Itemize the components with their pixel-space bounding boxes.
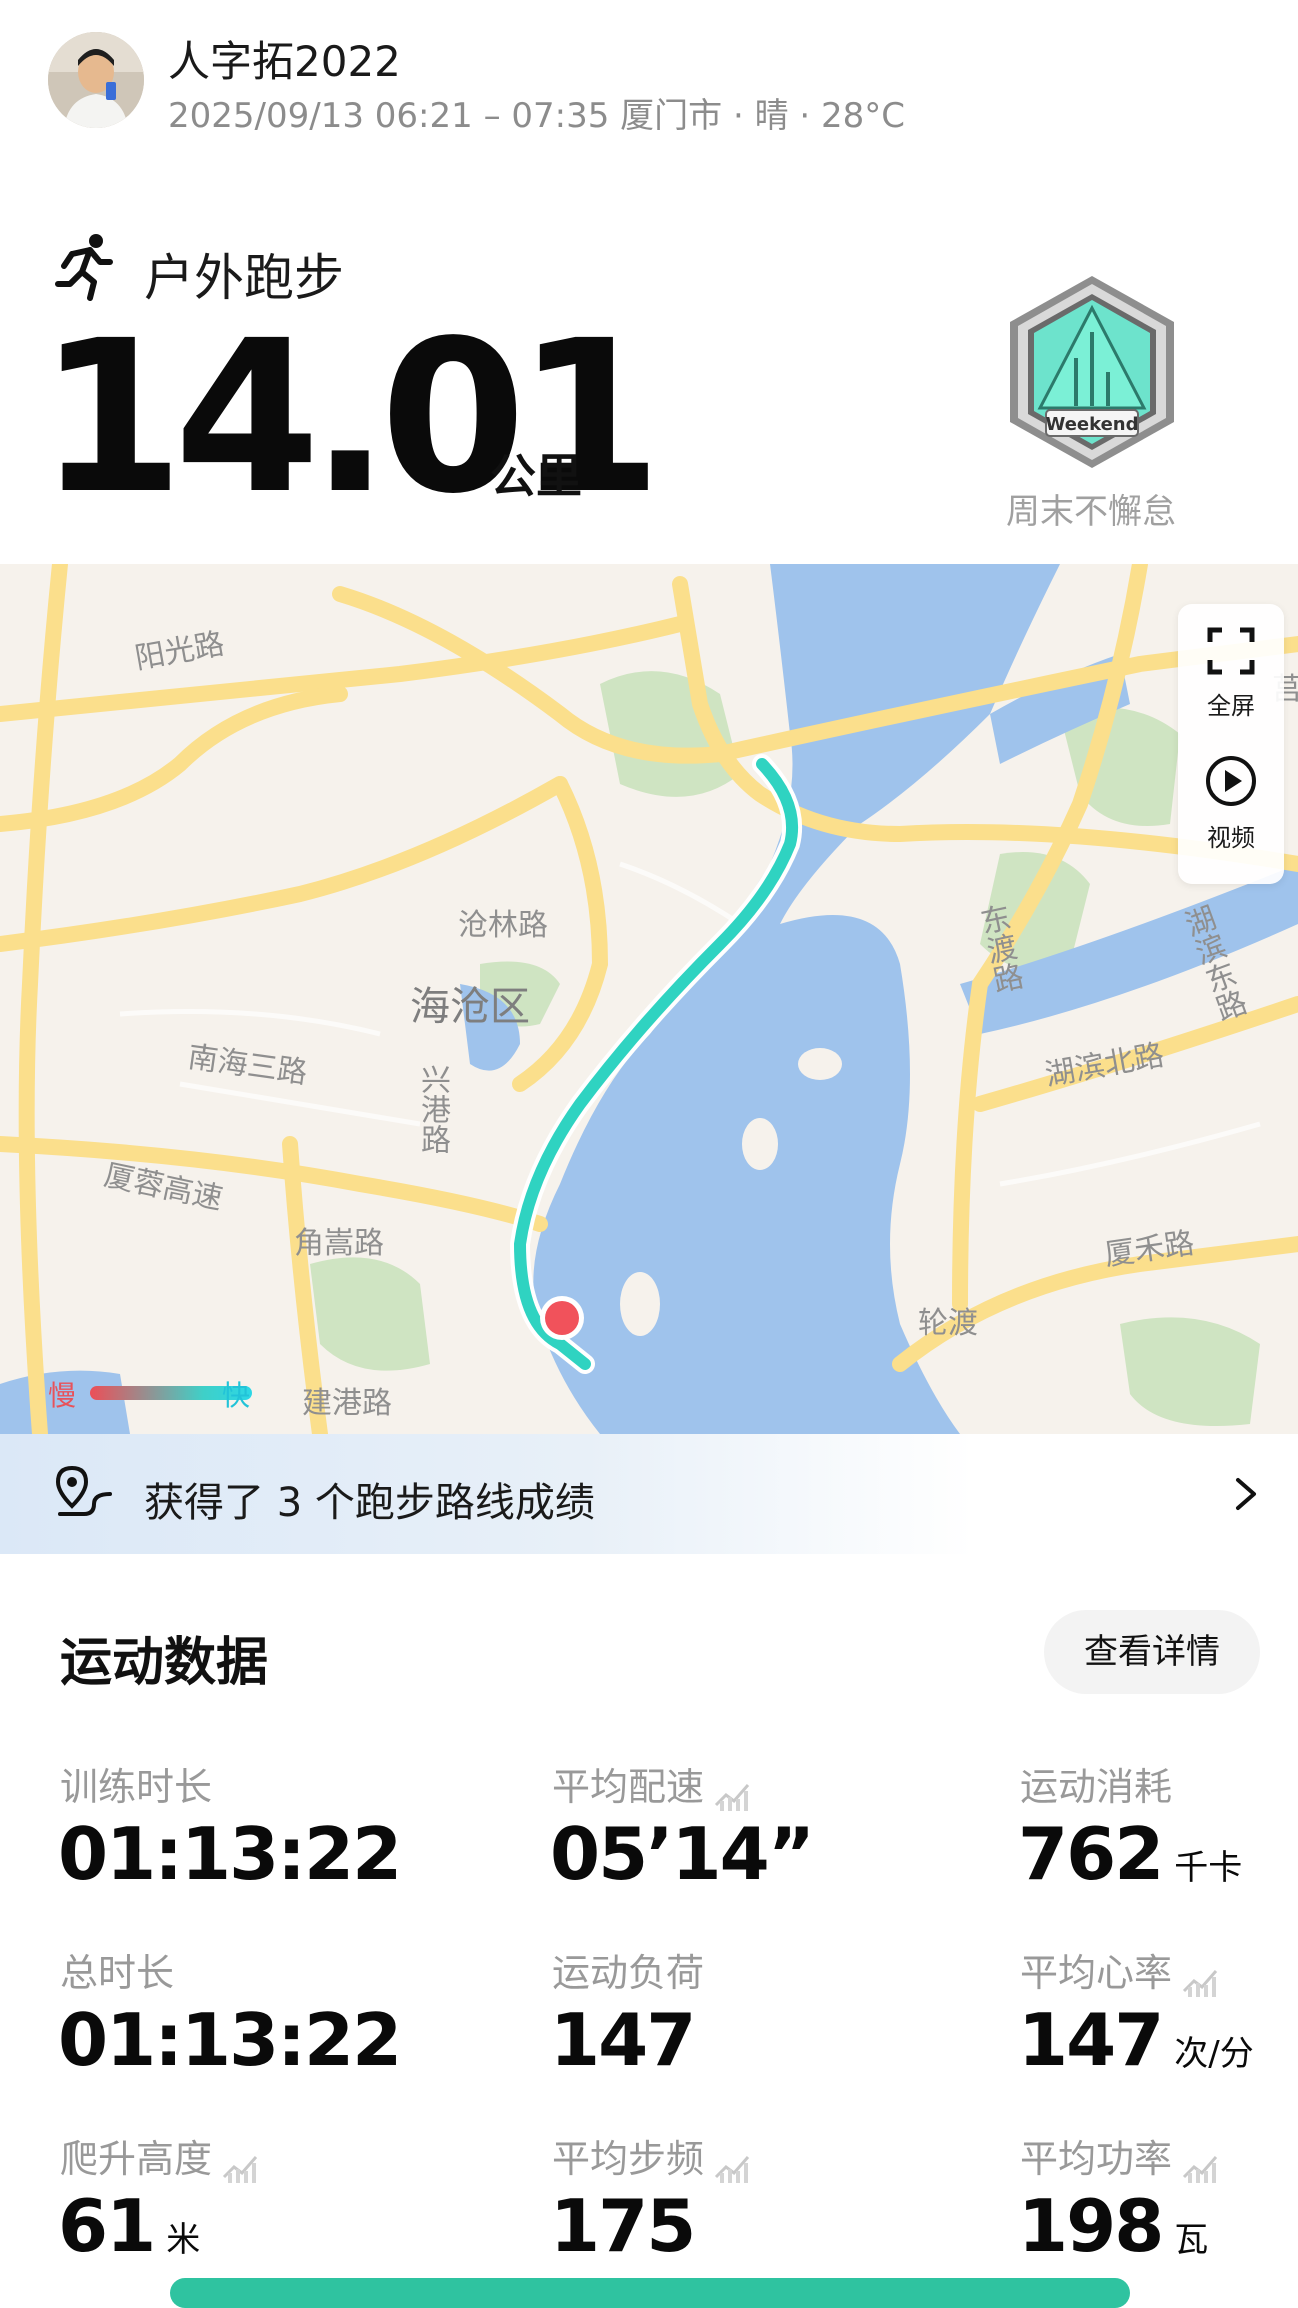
stat-label-row: 平均心率 [1020,1942,1218,1997]
stat-label: 平均功率 [1020,2137,1173,2181]
speed-fast-label: 快 [222,1379,251,1412]
map-label-xinggang-road: 兴港路 [415,1064,450,1154]
stat-number: 01:13:22 [58,1812,402,1896]
achievement-text: 获得了 3 个跑步路线成绩 [144,1480,595,1526]
stat-label: 平均步频 [552,2137,705,2181]
route-pin-icon [55,1465,112,1516]
stat-label: 爬升高度 [60,2137,213,2181]
stat-value: 05’14” [550,1812,815,1896]
trend-chart-icon[interactable] [1182,2153,1218,2183]
stat-label-row: 平均功率 [1020,2128,1218,2183]
stat-unit: 千卡 [1174,1848,1243,1888]
map-label-haicang-district: 海沧区 [410,984,530,1030]
chevron-right-icon [1236,1478,1256,1510]
weekend-badge-icon[interactable]: Weekend [1000,272,1184,472]
stat-label-row: 训练时长 [60,1756,212,1811]
bottom-action-bar[interactable] [170,2278,1130,2308]
stat-label-row: 运动负荷 [552,1942,704,1997]
route-achievement-row[interactable]: 获得了 3 个跑步路线成绩 [0,1434,1298,1554]
trend-chart-icon[interactable] [1182,1967,1218,1997]
stat-label-row: 总时长 [60,1942,174,1997]
stat-label-row: 运动消耗 [1020,1756,1172,1811]
stat-value: 175 [550,2184,696,2268]
stat-value: 61 米 [58,2186,200,2280]
running-icon [55,234,113,301]
username: 人字拓2022 [168,37,401,86]
stat-number: 175 [550,2184,696,2268]
stat-number: 198 [1018,2184,1164,2268]
stat-number: 05’14” [550,1812,815,1896]
stat-number: 147 [1018,1998,1164,2082]
video-button[interactable]: 视频 [1178,754,1284,853]
badge-caption: 周末不懈怠 [1006,492,1176,532]
activity-header: 人字拓2022 2025/09/13 06:21 – 07:35 厦门市 · 晴… [0,0,1298,160]
stat-label: 运动负荷 [552,1951,705,1995]
stat-label-row: 爬升高度 [60,2128,258,2183]
stat-value: 147 [550,1998,696,2082]
stat-label: 平均心率 [1020,1951,1173,1995]
stat-value: 762 千卡 [1018,1814,1242,1908]
trend-chart-icon[interactable] [714,2153,750,2183]
play-video-icon [1206,756,1256,806]
stat-value: 198 瓦 [1018,2186,1208,2280]
fullscreen-button[interactable]: 全屏 [1178,626,1284,721]
stat-number: 01:13:22 [58,1998,402,2082]
fullscreen-label: 全屏 [1207,692,1255,720]
stat-number: 147 [550,1998,696,2082]
stat-value: 147 次/分 [1018,2000,1254,2094]
fullscreen-icon [1207,627,1255,675]
stat-number: 61 [58,2184,156,2268]
map-label-jiaosong-road: 角嵩路 [294,1226,384,1261]
stat-number: 762 [1018,1812,1164,1896]
stat-label-row: 平均步频 [552,2128,750,2183]
speed-slow-label: 慢 [48,1379,77,1412]
video-label: 视频 [1207,824,1255,852]
distance-unit: 公里 [490,449,582,503]
stat-label-row: 平均配速 [552,1756,750,1811]
view-details-button[interactable]: 查看详情 [1044,1610,1260,1694]
section-title: 运动数据 [60,1633,269,1693]
stat-unit: 瓦 [1174,2220,1209,2260]
activity-meta: 2025/09/13 06:21 – 07:35 厦门市 · 晴 · 28°C [168,96,906,136]
stat-value: 01:13:22 [58,1812,402,1896]
avatar[interactable] [48,32,144,128]
stat-label: 运动消耗 [1020,1765,1173,1809]
stat-value: 01:13:22 [58,1998,402,2082]
trend-chart-icon[interactable] [222,2153,258,2183]
map-background [0,564,1298,1434]
stat-label: 平均配速 [552,1765,705,1809]
map-label-canglin-road: 沧林路 [458,908,548,943]
map-label-ferry: 轮渡 [918,1306,978,1341]
stat-label: 训练时长 [60,1765,213,1809]
trend-chart-icon[interactable] [714,1781,750,1811]
stat-label: 总时长 [60,1951,175,1995]
route-map[interactable]: 阳光路 沧林路 海沧区 南海三路 兴港路 厦蓉高速 角嵩路 建港路 东渡路 湖滨… [0,564,1298,1434]
badge-text: Weekend [1045,414,1138,435]
stat-unit: 米 [166,2220,201,2260]
map-controls: 全屏 视频 [1178,604,1284,884]
stat-unit: 次/分 [1174,2034,1254,2074]
map-label-jiangang-road: 建港路 [302,1386,392,1421]
